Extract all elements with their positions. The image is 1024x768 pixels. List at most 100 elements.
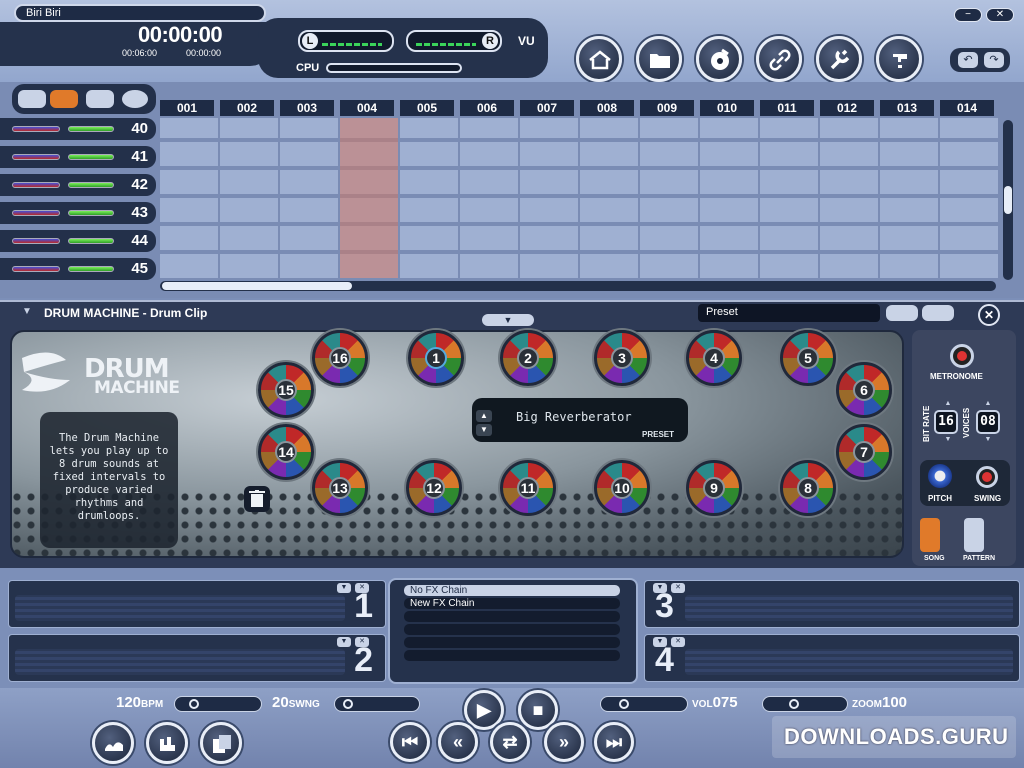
automation-icon[interactable] [86, 90, 114, 108]
preset-save-button[interactable] [922, 305, 954, 321]
help-button[interactable] [876, 36, 922, 82]
fx-chain-item[interactable] [404, 611, 620, 622]
drum-pad[interactable]: 4 [686, 330, 742, 386]
swing-slider[interactable] [334, 696, 420, 712]
undo-button[interactable]: ↶ [958, 52, 978, 68]
drum-pad[interactable]: 10 [594, 460, 650, 516]
bit-rate-value[interactable]: 16 [934, 410, 958, 434]
track-volume-bar[interactable] [68, 210, 114, 216]
go-to-end-button[interactable]: ⏭ [594, 722, 634, 762]
stop-button[interactable]: ■ [518, 690, 558, 730]
drum-pad[interactable]: 1 [408, 330, 464, 386]
voices-value[interactable]: 08 [976, 410, 1000, 434]
song-mode-button[interactable] [920, 518, 940, 552]
track-pan-bar[interactable] [12, 210, 60, 216]
fx-chain-item[interactable] [404, 650, 620, 661]
hand-icon[interactable] [50, 90, 78, 108]
slider-knob[interactable] [789, 699, 799, 709]
track-volume-bar[interactable] [68, 154, 114, 160]
drum-pad[interactable]: 7 [836, 424, 892, 480]
bar-number[interactable]: 013 [880, 100, 937, 116]
bar-number[interactable]: 004 [340, 100, 397, 116]
track-volume-bar[interactable] [68, 182, 114, 188]
bar-number[interactable]: 008 [580, 100, 637, 116]
track-row[interactable]: 40 [0, 118, 156, 140]
fx-chain-item[interactable] [404, 637, 620, 648]
arrangement-grid[interactable] [160, 118, 1000, 278]
song-title[interactable]: Biri Biri [14, 4, 266, 22]
drum-pad[interactable]: 12 [406, 460, 462, 516]
fx-chain-item[interactable] [404, 624, 620, 635]
effect-prev-chevron-icon[interactable]: ▲ [476, 410, 492, 422]
fx-chain-item[interactable]: No FX Chain [404, 585, 620, 596]
slot-menu-chevron-icon[interactable]: ▼ [337, 637, 351, 647]
drum-pad[interactable]: 6 [836, 362, 892, 418]
drum-pad[interactable]: 3 [594, 330, 650, 386]
drum-pad[interactable]: 11 [500, 460, 556, 516]
track-volume-bar[interactable] [68, 238, 114, 244]
preset-selector[interactable]: Preset [698, 304, 880, 322]
slot-menu-chevron-icon[interactable]: ▼ [337, 583, 351, 593]
keyboard-icon[interactable] [18, 90, 46, 108]
redo-button[interactable]: ↷ [984, 52, 1004, 68]
bar-number[interactable]: 005 [400, 100, 457, 116]
trash-button[interactable] [244, 486, 270, 512]
bar-number[interactable]: 001 [160, 100, 217, 116]
fx-slot[interactable]: ▼ ✕ 4 [644, 634, 1020, 682]
fx-chain-item[interactable]: New FX Chain [404, 598, 620, 609]
slider-knob[interactable] [343, 699, 353, 709]
pattern-mode-button[interactable] [964, 518, 984, 552]
slider-knob[interactable] [189, 699, 199, 709]
play-button[interactable]: ▶ [464, 690, 504, 730]
drum-pad[interactable]: 5 [780, 330, 836, 386]
track-pan-bar[interactable] [12, 126, 60, 132]
track-row[interactable]: 43 [0, 202, 156, 224]
fx-slot[interactable]: ▼ ✕ 3 [644, 580, 1020, 628]
close-panel-button[interactable]: ✕ [978, 304, 1000, 326]
voices-up-chevron-icon[interactable]: ▲ [980, 400, 996, 408]
bar-number[interactable]: 003 [280, 100, 337, 116]
track-row[interactable]: 41 [0, 146, 156, 168]
expand-chevron-icon[interactable]: ▼ [482, 314, 534, 326]
bar-number[interactable]: 002 [220, 100, 277, 116]
preset-load-button[interactable] [886, 305, 918, 321]
effect-next-chevron-icon[interactable]: ▼ [476, 424, 492, 436]
fx-slot[interactable]: ▼ ✕ 2 [8, 634, 386, 682]
bar-number[interactable]: 007 [520, 100, 577, 116]
bar-number[interactable]: 009 [640, 100, 697, 116]
zoom-slider[interactable] [762, 696, 848, 712]
fx-slot[interactable]: ▼ ✕ 1 [8, 580, 386, 628]
go-to-start-button[interactable]: ⏮ [390, 722, 430, 762]
track-row[interactable]: 44 [0, 230, 156, 252]
bar-number[interactable]: 011 [760, 100, 817, 116]
swing-button[interactable] [976, 466, 998, 488]
tempo-slider[interactable] [174, 696, 262, 712]
drum-pad[interactable]: 2 [500, 330, 556, 386]
effect-preset-label[interactable]: PRESET [642, 430, 674, 439]
track-pan-bar[interactable] [12, 154, 60, 160]
collapse-chevron-icon[interactable]: ▼ [22, 306, 36, 318]
pitch-knob[interactable] [928, 464, 952, 488]
vertical-scroll-thumb[interactable] [1004, 186, 1012, 214]
track-volume-bar[interactable] [68, 266, 114, 272]
track-pan-bar[interactable] [12, 238, 60, 244]
bar-number[interactable]: 010 [700, 100, 757, 116]
drum-pad[interactable]: 8 [780, 460, 836, 516]
voices-down-chevron-icon[interactable]: ▼ [980, 436, 996, 444]
bit-rate-down-chevron-icon[interactable]: ▼ [940, 436, 956, 444]
close-button[interactable]: ✕ [986, 8, 1014, 22]
track-row[interactable]: 42 [0, 174, 156, 196]
drum-pad[interactable]: 13 [312, 460, 368, 516]
bit-rate-up-chevron-icon[interactable]: ▲ [940, 400, 956, 408]
horizontal-scroll-thumb[interactable] [162, 282, 352, 290]
bar-number[interactable]: 012 [820, 100, 877, 116]
track-volume-bar[interactable] [68, 126, 114, 132]
edit-tool-button[interactable] [92, 722, 134, 764]
burn-cd-button[interactable] [696, 36, 742, 82]
bar-ruler[interactable]: 001 002 003 004 005 006 007 008 009 010 … [160, 100, 1000, 116]
link-button[interactable] [756, 36, 802, 82]
rewind-button[interactable]: « [438, 722, 478, 762]
slider-knob[interactable] [619, 699, 629, 709]
open-folder-button[interactable] [636, 36, 682, 82]
loop-button[interactable]: ⇄ [490, 722, 530, 762]
